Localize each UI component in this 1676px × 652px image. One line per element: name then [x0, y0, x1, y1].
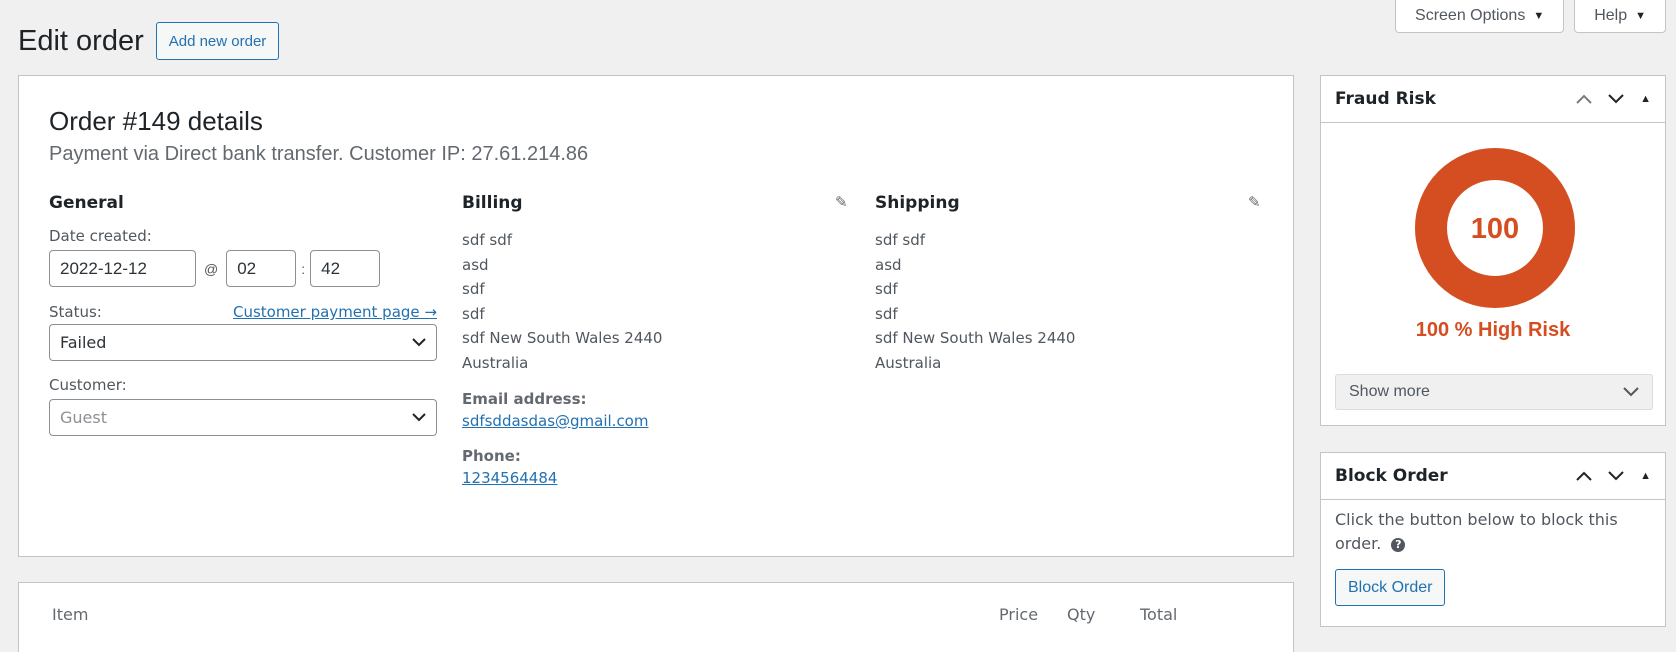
- shipping-address-line: sdf: [875, 280, 898, 298]
- fraud-risk-panel: Fraud Risk ▲ 100 100 % High Risk Show mo…: [1320, 75, 1666, 426]
- shipping-address-line: sdf New South Wales 2440: [875, 329, 1076, 347]
- billing-address-line: sdf: [462, 304, 485, 323]
- fraud-risk-title: Fraud Risk: [1335, 89, 1436, 109]
- billing-address-line: sdf sdf: [462, 231, 513, 249]
- screen-meta-links: Screen Options ▼ Help ▼: [1395, 0, 1666, 33]
- help-icon[interactable]: ?: [1391, 537, 1406, 552]
- help-button[interactable]: Help ▼: [1574, 0, 1666, 33]
- panel-controls: ▲: [1576, 93, 1651, 105]
- block-order-text: Click the button below to block this ord…: [1335, 510, 1618, 553]
- fraud-score-value: 100: [1471, 213, 1519, 245]
- order-date-input[interactable]: 2022-12-12: [49, 250, 196, 287]
- billing-email-link[interactable]: sdfsddasdas@gmail.com: [462, 412, 648, 430]
- fraud-score-donut: 100: [1415, 148, 1575, 313]
- fraud-risk-header: Fraud Risk ▲: [1321, 76, 1665, 123]
- billing-heading: Billing: [462, 193, 523, 213]
- status-value: Failed: [60, 333, 107, 352]
- edit-shipping-pencil-icon[interactable]: ✎: [1248, 193, 1261, 211]
- date-created-label: Date created:: [49, 227, 152, 245]
- billing-column: Billing ✎ sdf sdf asd sdf sdf sdf New So…: [462, 193, 848, 488]
- shipping-address-line: asd: [875, 255, 902, 274]
- billing-address-line: sdf: [462, 280, 485, 298]
- billing-address-line: asd: [462, 255, 489, 274]
- status-label-row: Status: Customer payment page →: [49, 303, 437, 321]
- block-order-panel: Block Order ▲ Click the button below to …: [1320, 452, 1666, 627]
- add-new-order-button[interactable]: Add new order: [155, 22, 280, 60]
- email-label: Email address:: [462, 390, 587, 408]
- billing-phone-link[interactable]: 1234564484: [462, 469, 557, 487]
- screen-options-label: Screen Options: [1415, 7, 1526, 24]
- order-items-panel: Item Price Qty Total: [18, 582, 1294, 652]
- shipping-address: sdf sdf asd sdf sdf sdf New South Wales …: [875, 228, 1265, 375]
- help-label: Help: [1594, 7, 1628, 24]
- order-subtitle: Payment via Direct bank transfer. Custom…: [49, 143, 589, 165]
- toggle-panel-icon[interactable]: ▲: [1640, 470, 1651, 482]
- colon-separator: :: [301, 260, 306, 277]
- order-title: Order #149 details: [49, 106, 263, 136]
- customer-select[interactable]: Guest: [49, 399, 437, 436]
- billing-address-line: Australia: [462, 353, 529, 372]
- fraud-risk-label: 100 % High Risk: [1415, 319, 1571, 341]
- at-separator: @: [204, 260, 219, 277]
- screen-options-button[interactable]: Screen Options ▼: [1395, 0, 1565, 33]
- shipping-address-line: sdf sdf: [875, 231, 926, 249]
- billing-address: sdf sdf asd sdf sdf sdf New South Wales …: [462, 228, 842, 375]
- customer-payment-page-link[interactable]: Customer payment page →: [233, 303, 437, 321]
- order-data-panel: Order #149 details Payment via Direct ba…: [18, 75, 1294, 557]
- chevron-down-icon: [412, 335, 426, 351]
- panel-controls: ▲: [1576, 470, 1651, 482]
- customer-label: Customer:: [49, 376, 127, 394]
- show-more-button[interactable]: Show more: [1335, 374, 1653, 410]
- move-up-icon[interactable]: [1576, 471, 1592, 481]
- chevron-down-icon: [412, 410, 426, 426]
- items-col-item: Item: [52, 605, 89, 624]
- donut-chart: 100: [1415, 148, 1575, 308]
- toggle-panel-icon[interactable]: ▲: [1640, 93, 1651, 105]
- items-col-price: Price: [999, 605, 1039, 624]
- block-order-description: Click the button below to block this ord…: [1335, 508, 1645, 556]
- page-heading: Edit order Add new order: [18, 21, 280, 61]
- order-hour-input[interactable]: 02: [226, 250, 297, 287]
- page-title: Edit order: [18, 25, 144, 57]
- items-col-total: Total: [1140, 605, 1178, 624]
- customer-value: Guest: [60, 408, 107, 427]
- shipping-address-line: sdf: [875, 304, 898, 323]
- general-column: General Date created: 2022-12-12 @ 02 : …: [49, 193, 439, 436]
- billing-address-line: sdf New South Wales 2440: [462, 329, 663, 347]
- phone-label: Phone:: [462, 447, 521, 465]
- block-order-title: Block Order: [1335, 466, 1448, 486]
- date-created-row: 2022-12-12 @ 02 : 42: [49, 250, 439, 287]
- status-label: Status:: [49, 303, 102, 321]
- block-order-header: Block Order ▲: [1321, 453, 1665, 500]
- chevron-down-icon: [1623, 387, 1639, 397]
- move-up-icon[interactable]: [1576, 94, 1592, 104]
- show-more-label: Show more: [1349, 383, 1430, 400]
- caret-down-icon: ▼: [1635, 10, 1646, 22]
- move-down-icon[interactable]: [1608, 471, 1624, 481]
- shipping-heading: Shipping: [875, 193, 960, 213]
- general-heading: General: [49, 193, 124, 213]
- block-order-button[interactable]: Block Order: [1335, 569, 1446, 606]
- order-minute-input[interactable]: 42: [310, 250, 381, 287]
- edit-billing-pencil-icon[interactable]: ✎: [835, 193, 848, 211]
- items-col-qty: Qty: [1067, 605, 1096, 624]
- shipping-address-line: Australia: [875, 353, 942, 372]
- order-status-select[interactable]: Failed: [49, 324, 437, 361]
- move-down-icon[interactable]: [1608, 94, 1624, 104]
- caret-down-icon: ▼: [1533, 10, 1545, 22]
- shipping-column: Shipping ✎ sdf sdf asd sdf sdf sdf New S…: [875, 193, 1265, 375]
